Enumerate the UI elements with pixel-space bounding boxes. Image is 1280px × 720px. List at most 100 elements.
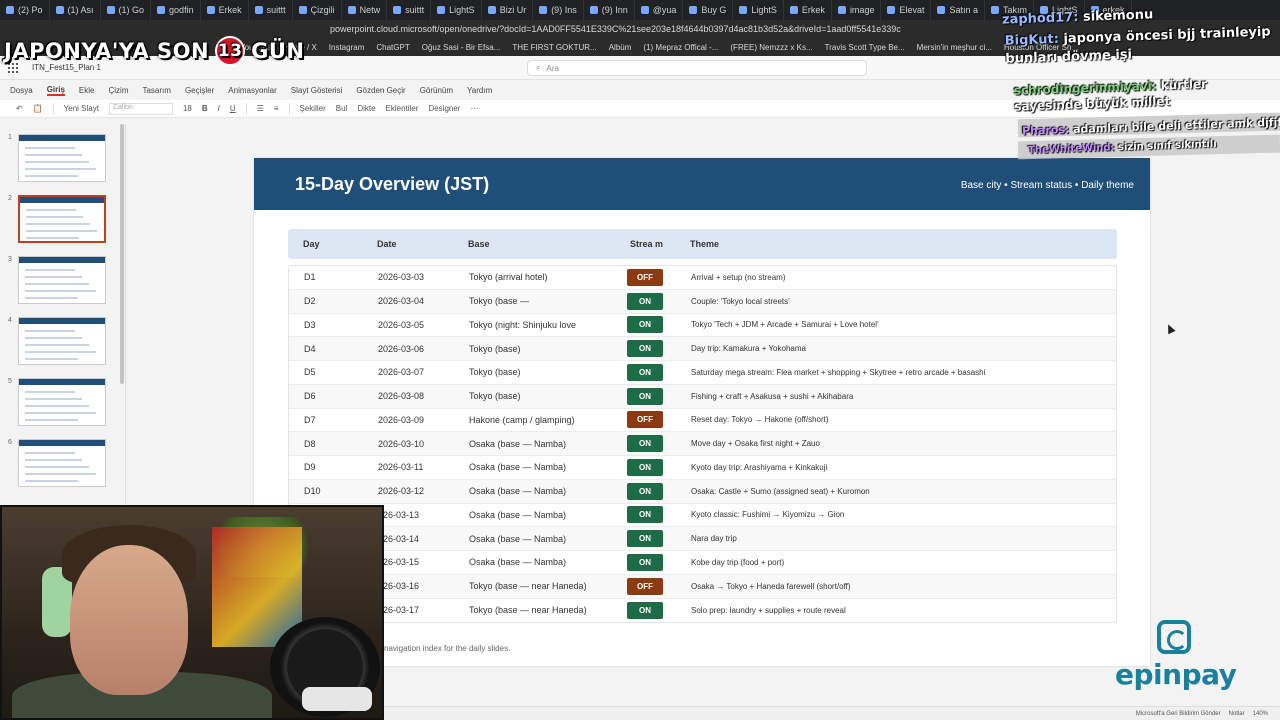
slide-thumbnail[interactable]: 5	[8, 378, 112, 430]
browser-tab[interactable]: Netw	[342, 0, 388, 20]
notes-button[interactable]: Notlar	[1229, 711, 1245, 717]
slide-thumbnail[interactable]: 1	[8, 134, 112, 186]
dictate-button[interactable]: Dikte	[357, 104, 375, 113]
ribbon-tab[interactable]: Yardım	[467, 86, 492, 95]
url-text[interactable]: powerpoint.cloud.microsoft/open/onedrive…	[330, 24, 901, 34]
thumbnail-preview[interactable]	[18, 317, 106, 365]
bookmark-item[interactable]: (1) Mepraz Offical -...	[643, 43, 718, 52]
table-row[interactable]: 026-03-14 Osaka (base — Namba) ON Nara day …	[289, 527, 1116, 551]
browser-tab[interactable]: (1) Go	[101, 0, 152, 20]
browser-tab[interactable]: Satın a	[931, 0, 985, 20]
table-row[interactable]: 026-03-16 Tokyo (base — near Haneda) OFF Os…	[289, 574, 1116, 599]
bookmark-item[interactable]: THE FIRST GOKTUR...	[512, 43, 596, 52]
addins-button[interactable]: Eklentiler	[386, 104, 419, 113]
ribbon-tab[interactable]: Tasarım	[142, 86, 170, 95]
feedback-link[interactable]: Microsoft'a Geri Bildirim Gönder	[1136, 711, 1221, 717]
slide-title[interactable]: 15-Day Overview (JST)	[295, 174, 489, 195]
theme-cell: Couple: 'Tokyo local streets'	[691, 296, 790, 306]
browser-tab[interactable]: suittt	[249, 0, 293, 20]
ribbon-tab[interactable]: Gözden Geçir	[356, 86, 405, 95]
ribbon-tab[interactable]: Slayt Gösterisi	[291, 86, 343, 95]
slide-number: 4	[8, 317, 12, 324]
browser-tab[interactable]: Buy G	[683, 0, 734, 20]
browser-tab[interactable]: (2) Po	[0, 0, 50, 20]
paste-icon[interactable]: 📋	[33, 104, 43, 113]
bookmark-item[interactable]: ChatGPT	[376, 43, 409, 52]
browser-tab[interactable]: Erkek	[784, 0, 832, 20]
thumbnail-preview[interactable]	[18, 378, 106, 426]
browser-tab[interactable]: (9) Inn	[584, 0, 635, 20]
table-row[interactable]: D2 2026-03-04 Tokyo (base — ON Couple: 'Toky…	[289, 289, 1116, 314]
slide-thumbnail[interactable]: 2	[8, 195, 112, 247]
bookmark-item[interactable]: Albüm	[609, 43, 632, 52]
shapes-button[interactable]: Şekiller	[300, 104, 326, 113]
bookmark-item[interactable]: Instagram	[329, 43, 365, 52]
ribbon-tab[interactable]: Çizim	[108, 86, 128, 95]
slide-canvas[interactable]: 15-Day Overview (JST) Base city • Stream…	[254, 158, 1150, 666]
table-row[interactable]: D1 2026-03-03 Tokyo (arrival hotel) OFF Arri…	[289, 266, 1116, 290]
table-row[interactable]: D7 2026-03-09 Hakone (camp / glamping) OFF R…	[289, 409, 1116, 433]
zoom-level[interactable]: 140%	[1253, 711, 1268, 717]
thumbnail-preview[interactable]	[18, 439, 106, 487]
bullets-icon[interactable]: ☰	[257, 104, 264, 113]
italic-button[interactable]: I	[218, 104, 220, 113]
bold-button[interactable]: B	[202, 104, 208, 113]
table-row[interactable]: 026-03-15 Osaka (base — Namba) ON Kobe day …	[289, 551, 1116, 575]
bookmark-item[interactable]: Oğuz Sasi - Bir Efsa...	[422, 43, 501, 52]
browser-tab[interactable]: suittt	[387, 0, 432, 20]
bookmark-item[interactable]: Mersin'in meşhur ci...	[917, 43, 992, 52]
underline-button[interactable]: U	[230, 104, 236, 113]
browser-tab[interactable]: Erkek	[201, 0, 249, 20]
align-icon[interactable]: ≡	[274, 104, 279, 113]
ribbon-tab[interactable]: Dosya	[10, 86, 33, 95]
designer-button[interactable]: Designer	[428, 104, 460, 113]
tab-favicon-icon	[539, 6, 548, 14]
table-row[interactable]: 026-03-13 Osaka (base — Namba) ON Kyoto cla…	[289, 504, 1116, 528]
more-options-icon[interactable]: ⋯	[470, 104, 478, 113]
browser-tab[interactable]: image	[832, 0, 882, 20]
thumbnail-preview[interactable]	[18, 134, 106, 182]
day-cell: D8	[304, 438, 316, 449]
new-slide-button[interactable]: Yeni Slayt	[64, 104, 99, 113]
table-row[interactable]: D10 2026-03-12 Osaka (base — Namba) ON Osaka…	[289, 479, 1116, 504]
table-row[interactable]: D4 2026-03-06 Tokyo (base) ON Day trip: Kama…	[289, 337, 1116, 361]
thumbnail-scrollbar[interactable]	[120, 124, 124, 384]
table-row[interactable]: D3 2026-03-05 Tokyo (night: Shinjuku love O…	[289, 314, 1116, 338]
slide-thumbnail[interactable]: 3	[8, 256, 112, 308]
find-button[interactable]: Bul	[336, 104, 348, 113]
ribbon-tab[interactable]: Animasyonlar	[228, 86, 276, 95]
thumbnail-preview[interactable]	[18, 256, 106, 304]
thumbnail-line	[25, 419, 78, 421]
browser-tab[interactable]: LightS	[431, 0, 482, 20]
slide-subtitle[interactable]: Base city • Stream status • Daily theme	[961, 180, 1134, 191]
browser-tab[interactable]: Elevat	[881, 0, 932, 20]
ribbon-tab[interactable]: Giriş	[46, 85, 65, 96]
table-row[interactable]: D8 2026-03-10 Osaka (base — Namba) ON Move d…	[289, 432, 1116, 456]
search-input[interactable]: ⌕ Ara	[527, 60, 867, 76]
tab-label: Bizi Ur	[499, 5, 527, 15]
table-row[interactable]: D9 2026-03-11 Osaka (base — Namba) ON Kyoto …	[289, 456, 1116, 480]
browser-tab[interactable]: (9) Ins	[533, 0, 584, 20]
browser-tab[interactable]: LightS	[733, 0, 784, 20]
table-row[interactable]: D5 2026-03-07 Tokyo (base) ON Saturday mega …	[289, 361, 1116, 385]
browser-tab[interactable]: godfin	[151, 0, 201, 20]
table-row[interactable]: D6 2026-03-08 Tokyo (base) ON Fishing + craf…	[289, 384, 1116, 409]
table-row[interactable]: 026-03-17 Tokyo (base — near Haneda) ON Sol…	[289, 599, 1116, 623]
overview-table[interactable]: Day Date Base Strea m Theme D1 2026-03-03…	[288, 229, 1117, 624]
browser-tab[interactable]: Çizgili	[293, 0, 342, 20]
browser-tab[interactable]: (1) Ası	[50, 0, 101, 20]
font-size-select[interactable]: 18	[183, 104, 192, 113]
browser-tab[interactable]: @yua	[635, 0, 684, 20]
browser-tab[interactable]: Bizi Ur	[482, 0, 534, 20]
thumbnail-preview[interactable]	[18, 195, 106, 243]
ribbon-tab[interactable]: Görünüm	[420, 86, 453, 95]
bookmark-item[interactable]: Travis Scott Type Be...	[825, 43, 905, 52]
font-family-select[interactable]: Calibri	[108, 102, 173, 115]
slide-thumbnail[interactable]: 4	[8, 317, 112, 369]
ribbon-tab[interactable]: Ekle	[79, 86, 95, 95]
bookmark-item[interactable]: (FREE) Nemzzz x Ks...	[730, 43, 812, 52]
slide-thumbnail[interactable]: 6	[8, 439, 112, 491]
ribbon-tab[interactable]: Geçişler	[185, 86, 214, 95]
undo-icon[interactable]: ↶	[16, 104, 23, 113]
base-cell: Osaka (base — Namba)	[469, 557, 567, 568]
